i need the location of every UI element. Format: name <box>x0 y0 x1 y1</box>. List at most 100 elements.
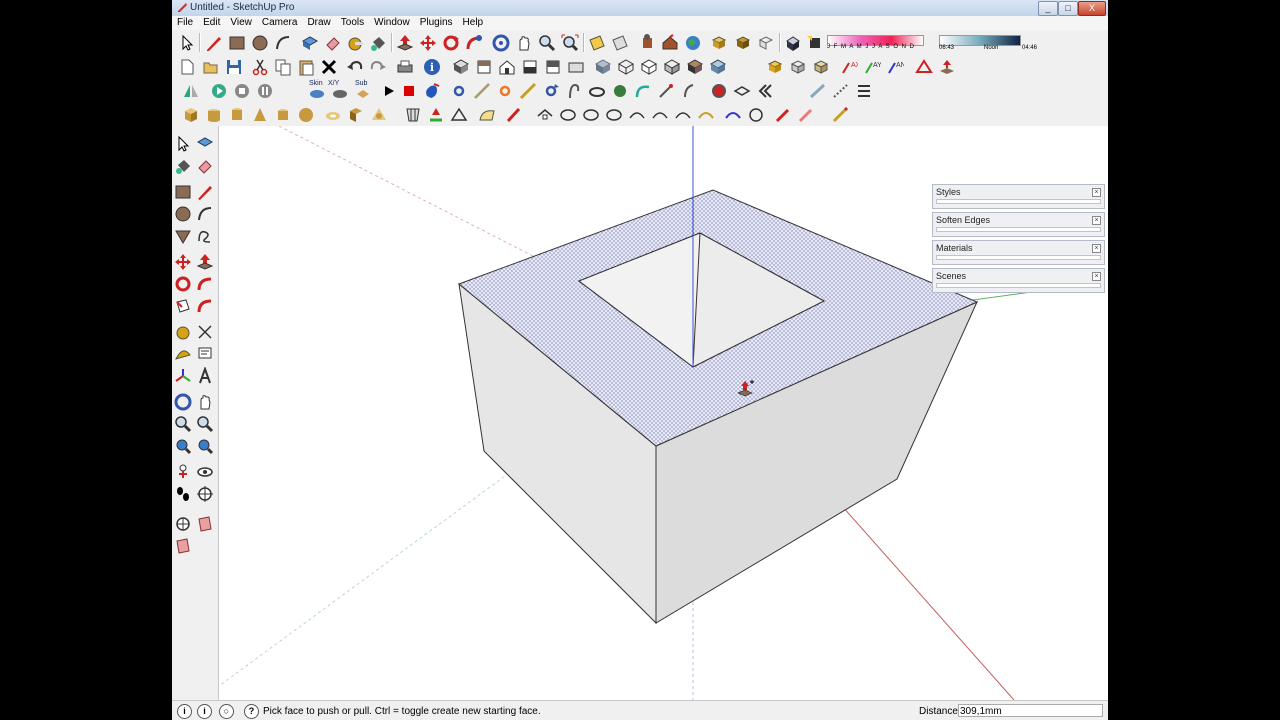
arc-icon[interactable] <box>274 34 292 52</box>
shaded-icon[interactable] <box>663 58 681 76</box>
credits-icon[interactable]: i <box>197 704 212 719</box>
top-view-icon[interactable] <box>475 58 493 76</box>
double-chevron-icon[interactable] <box>756 82 774 100</box>
bspline-icon[interactable] <box>536 106 554 124</box>
torus-icon[interactable] <box>324 106 342 124</box>
menu-tools[interactable]: Tools <box>336 16 369 30</box>
get-models-icon[interactable] <box>734 34 752 52</box>
fspline-icon[interactable] <box>628 106 646 124</box>
follow-me-icon[interactable] <box>196 275 214 293</box>
pan-icon[interactable] <box>196 393 214 411</box>
pause-animation-icon[interactable] <box>256 82 274 100</box>
close-icon[interactable]: × <box>1092 188 1101 197</box>
record-stop-icon[interactable] <box>380 82 398 100</box>
rotate-icon[interactable] <box>174 275 192 293</box>
back-view-icon[interactable] <box>544 58 562 76</box>
tray-scenes[interactable]: Scenes × <box>932 268 1105 293</box>
pencil-icon[interactable] <box>196 183 214 201</box>
dimension-icon[interactable] <box>196 323 214 341</box>
solid-trim-icon[interactable] <box>812 58 830 76</box>
scale-icon[interactable] <box>174 297 192 315</box>
push-pull-icon[interactable] <box>196 253 214 271</box>
undo-icon[interactable] <box>346 58 364 76</box>
helix-icon[interactable] <box>347 106 365 124</box>
zoom-extents-icon[interactable] <box>174 437 192 455</box>
ring-icon[interactable] <box>588 82 606 100</box>
save-icon[interactable] <box>225 58 243 76</box>
left-view-icon[interactable] <box>567 58 585 76</box>
tray-materials[interactable]: Materials × <box>932 240 1105 265</box>
measurement-input[interactable]: 309,1mm <box>958 704 1103 717</box>
polyline-icon[interactable] <box>519 82 537 100</box>
solid-subtract-icon[interactable] <box>789 58 807 76</box>
curtain-icon[interactable] <box>809 82 827 100</box>
model-info-icon[interactable]: i <box>423 58 441 76</box>
warehouse-icon[interactable] <box>661 34 679 52</box>
mirror-xy-icon[interactable] <box>331 82 349 100</box>
move-icon[interactable] <box>174 253 192 271</box>
paint-bucket-icon[interactable] <box>174 157 192 175</box>
cubic-bezier-icon[interactable] <box>582 106 600 124</box>
pencil-icon[interactable] <box>205 34 223 52</box>
menu-view[interactable]: View <box>225 16 257 30</box>
zoom-icon[interactable] <box>538 34 556 52</box>
help-icon[interactable]: ? <box>244 704 259 719</box>
curve-icon[interactable] <box>634 82 652 100</box>
draw-pencil-icon[interactable] <box>831 106 849 124</box>
offset-icon[interactable] <box>196 297 214 315</box>
minimize-button[interactable]: _ <box>1038 1 1058 16</box>
tape-measure-icon[interactable] <box>174 323 192 341</box>
orbit-icon[interactable] <box>174 393 192 411</box>
shaded-textures-icon[interactable] <box>686 58 704 76</box>
section-plane-icon[interactable] <box>588 34 606 52</box>
menu-edit[interactable]: Edit <box>198 16 225 30</box>
tray-soften-edges[interactable]: Soften Edges × <box>932 212 1105 237</box>
solid-union-icon[interactable] <box>766 58 784 76</box>
delete-icon[interactable] <box>320 58 338 76</box>
menu-draw[interactable]: Draw <box>302 16 335 30</box>
new-file-icon[interactable] <box>178 58 196 76</box>
zoom-extents-icon[interactable] <box>561 34 579 52</box>
axes-icon[interactable] <box>174 367 192 385</box>
tray-slider[interactable] <box>936 227 1101 232</box>
eraser-icon[interactable] <box>324 34 342 52</box>
fredo-scale-icon[interactable] <box>404 106 422 124</box>
zoom-icon[interactable] <box>174 415 192 433</box>
drape-icon[interactable] <box>915 58 933 76</box>
menu-file[interactable]: File <box>172 16 198 30</box>
offset-icon[interactable] <box>496 82 514 100</box>
geo-location-icon[interactable]: i <box>177 704 192 719</box>
make-component-icon[interactable] <box>196 135 214 153</box>
close-icon[interactable]: × <box>1092 272 1101 281</box>
user-icon[interactable]: ○ <box>219 704 234 719</box>
walk-icon[interactable] <box>174 485 192 503</box>
front-view-icon[interactable] <box>498 58 516 76</box>
menu-plugins[interactable]: Plugins <box>415 16 458 30</box>
scale-icon[interactable] <box>450 82 468 100</box>
cone-icon[interactable] <box>251 106 269 124</box>
fredo-curviloft-icon[interactable] <box>450 106 468 124</box>
toggle-terrain-icon[interactable] <box>196 515 214 533</box>
menu-window[interactable]: Window <box>369 16 415 30</box>
iso-view-icon[interactable] <box>452 58 470 76</box>
rotate-icon[interactable] <box>442 34 460 52</box>
axes-y-icon[interactable]: AY <box>863 58 881 76</box>
axes-z-icon[interactable]: AN <box>886 58 904 76</box>
cylinder-icon[interactable] <box>205 106 223 124</box>
subdivide-icon[interactable] <box>354 82 372 100</box>
copy-icon[interactable] <box>274 58 292 76</box>
record-icon[interactable] <box>400 82 418 100</box>
wireframe-icon[interactable] <box>617 58 635 76</box>
axes-x-icon[interactable]: AX <box>840 58 858 76</box>
circle-solid-icon[interactable] <box>710 82 728 100</box>
add-location-icon[interactable] <box>174 515 192 533</box>
previous-view-icon[interactable] <box>638 34 656 52</box>
catmull-icon[interactable] <box>559 106 577 124</box>
divider-curve-icon[interactable] <box>697 106 715 124</box>
photo-texture-icon[interactable] <box>174 537 192 555</box>
close-icon[interactable]: × <box>1092 216 1101 225</box>
print-icon[interactable] <box>396 58 414 76</box>
list-icon[interactable] <box>855 82 873 100</box>
sphere-2-icon[interactable] <box>297 106 315 124</box>
tube-icon[interactable] <box>228 106 246 124</box>
